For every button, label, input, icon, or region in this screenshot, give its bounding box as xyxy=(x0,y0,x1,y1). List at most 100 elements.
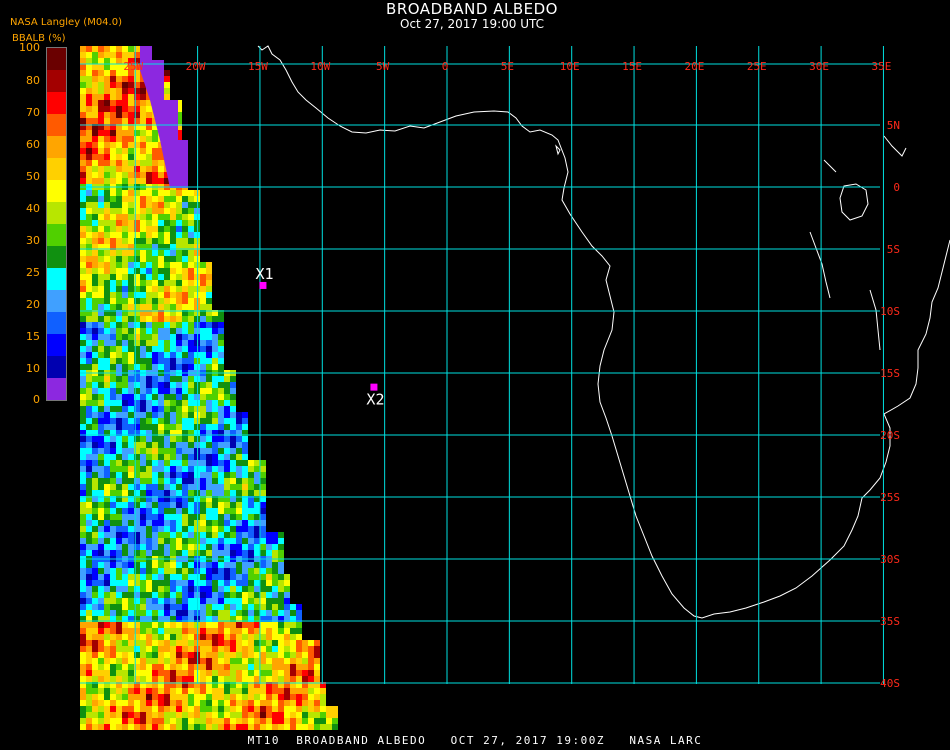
albedo-pixel xyxy=(284,688,290,694)
albedo-pixel xyxy=(128,190,134,196)
albedo-pixel xyxy=(158,160,164,166)
albedo-pixel xyxy=(260,508,266,514)
albedo-pixel xyxy=(170,316,176,322)
albedo-pixel xyxy=(110,292,116,298)
albedo-pixel xyxy=(188,280,194,286)
albedo-pixel xyxy=(158,670,164,676)
albedo-pixel xyxy=(260,646,266,652)
albedo-pixel xyxy=(188,544,194,550)
albedo-pixel xyxy=(98,706,104,712)
albedo-pixel xyxy=(110,226,116,232)
albedo-pixel xyxy=(218,712,224,718)
albedo-pixel xyxy=(254,598,260,604)
albedo-pixel xyxy=(206,406,212,412)
lake-nasser-outline xyxy=(883,135,907,157)
albedo-pixel xyxy=(122,322,128,328)
albedo-pixel xyxy=(200,586,206,592)
albedo-pixel xyxy=(140,154,146,160)
albedo-pixel xyxy=(92,316,98,322)
albedo-pixel xyxy=(248,484,254,490)
albedo-pixel xyxy=(128,442,134,448)
albedo-pixel xyxy=(230,460,236,466)
albedo-pixel xyxy=(122,502,128,508)
albedo-pixel xyxy=(140,700,146,706)
albedo-pixel xyxy=(146,178,152,184)
albedo-pixel xyxy=(104,214,110,220)
legend-tick-label: 70 xyxy=(26,106,40,119)
albedo-pixel xyxy=(254,688,260,694)
albedo-pixel xyxy=(206,472,212,478)
albedo-pixel xyxy=(188,346,194,352)
albedo-pixel xyxy=(206,724,212,730)
albedo-pixel xyxy=(266,532,272,538)
albedo-pixel xyxy=(104,322,110,328)
albedo-pixel xyxy=(116,136,122,142)
albedo-pixel xyxy=(176,376,182,382)
albedo-pixel xyxy=(176,442,182,448)
map-canvas[interactable]: 25W 20W 15W 10W 5W 0 5E 10E 15E 20E 25E 30E 35E 5N05… xyxy=(0,0,950,750)
albedo-pixel xyxy=(218,484,224,490)
albedo-pixel xyxy=(260,628,266,634)
albedo-pixel xyxy=(146,502,152,508)
albedo-pixel xyxy=(86,202,92,208)
albedo-pixel xyxy=(158,226,164,232)
albedo-pixel xyxy=(104,436,110,442)
albedo-pixel xyxy=(128,502,134,508)
albedo-pixel xyxy=(194,424,200,430)
albedo-pixel xyxy=(98,64,104,70)
albedo-pixel xyxy=(140,718,146,724)
albedo-pixel xyxy=(272,700,278,706)
albedo-pixel xyxy=(158,274,164,280)
albedo-pixel xyxy=(116,46,122,52)
albedo-pixel xyxy=(110,520,116,526)
albedo-pixel xyxy=(128,148,134,154)
albedo-pixel xyxy=(140,598,146,604)
albedo-pixel xyxy=(146,526,152,532)
albedo-pixel xyxy=(170,358,176,364)
albedo-pixel xyxy=(194,670,200,676)
albedo-pixel xyxy=(146,676,152,682)
albedo-pixel xyxy=(110,562,116,568)
albedo-pixel xyxy=(188,676,194,682)
albedo-pixel xyxy=(140,388,146,394)
albedo-pixel xyxy=(86,106,92,112)
albedo-pixel xyxy=(170,574,176,580)
albedo-pixel xyxy=(170,274,176,280)
albedo-pixel xyxy=(122,112,128,118)
albedo-pixel xyxy=(158,550,164,556)
albedo-pixel xyxy=(98,178,104,184)
albedo-pixel xyxy=(92,604,98,610)
albedo-pixel xyxy=(92,100,98,106)
albedo-pixel xyxy=(134,724,140,730)
albedo-pixel xyxy=(188,700,194,706)
albedo-pixel xyxy=(158,538,164,544)
albedo-pixel xyxy=(200,340,206,346)
albedo-pixel xyxy=(254,532,260,538)
albedo-pixel xyxy=(86,664,92,670)
coastline-layer xyxy=(257,45,950,619)
albedo-pixel xyxy=(182,508,188,514)
albedo-pixel xyxy=(104,268,110,274)
albedo-pixel xyxy=(104,118,110,124)
albedo-pixel xyxy=(200,544,206,550)
albedo-pixel xyxy=(80,712,86,718)
albedo-pixel xyxy=(212,412,218,418)
albedo-pixel xyxy=(176,292,182,298)
albedo-pixel xyxy=(140,712,146,718)
albedo-pixel xyxy=(248,520,254,526)
albedo-pixel xyxy=(146,418,152,424)
albedo-pixel xyxy=(176,724,182,730)
albedo-pixel xyxy=(170,550,176,556)
albedo-pixel xyxy=(158,256,164,262)
albedo-pixel xyxy=(194,472,200,478)
albedo-pixel xyxy=(248,688,254,694)
albedo-pixel xyxy=(266,604,272,610)
albedo-pixel xyxy=(128,382,134,388)
albedo-pixel xyxy=(152,634,158,640)
albedo-pixel xyxy=(230,538,236,544)
albedo-pixel xyxy=(146,694,152,700)
legend-tick-label: 50 xyxy=(26,170,40,183)
albedo-pixel xyxy=(188,322,194,328)
albedo-pixel xyxy=(140,172,146,178)
albedo-pixel xyxy=(80,250,86,256)
